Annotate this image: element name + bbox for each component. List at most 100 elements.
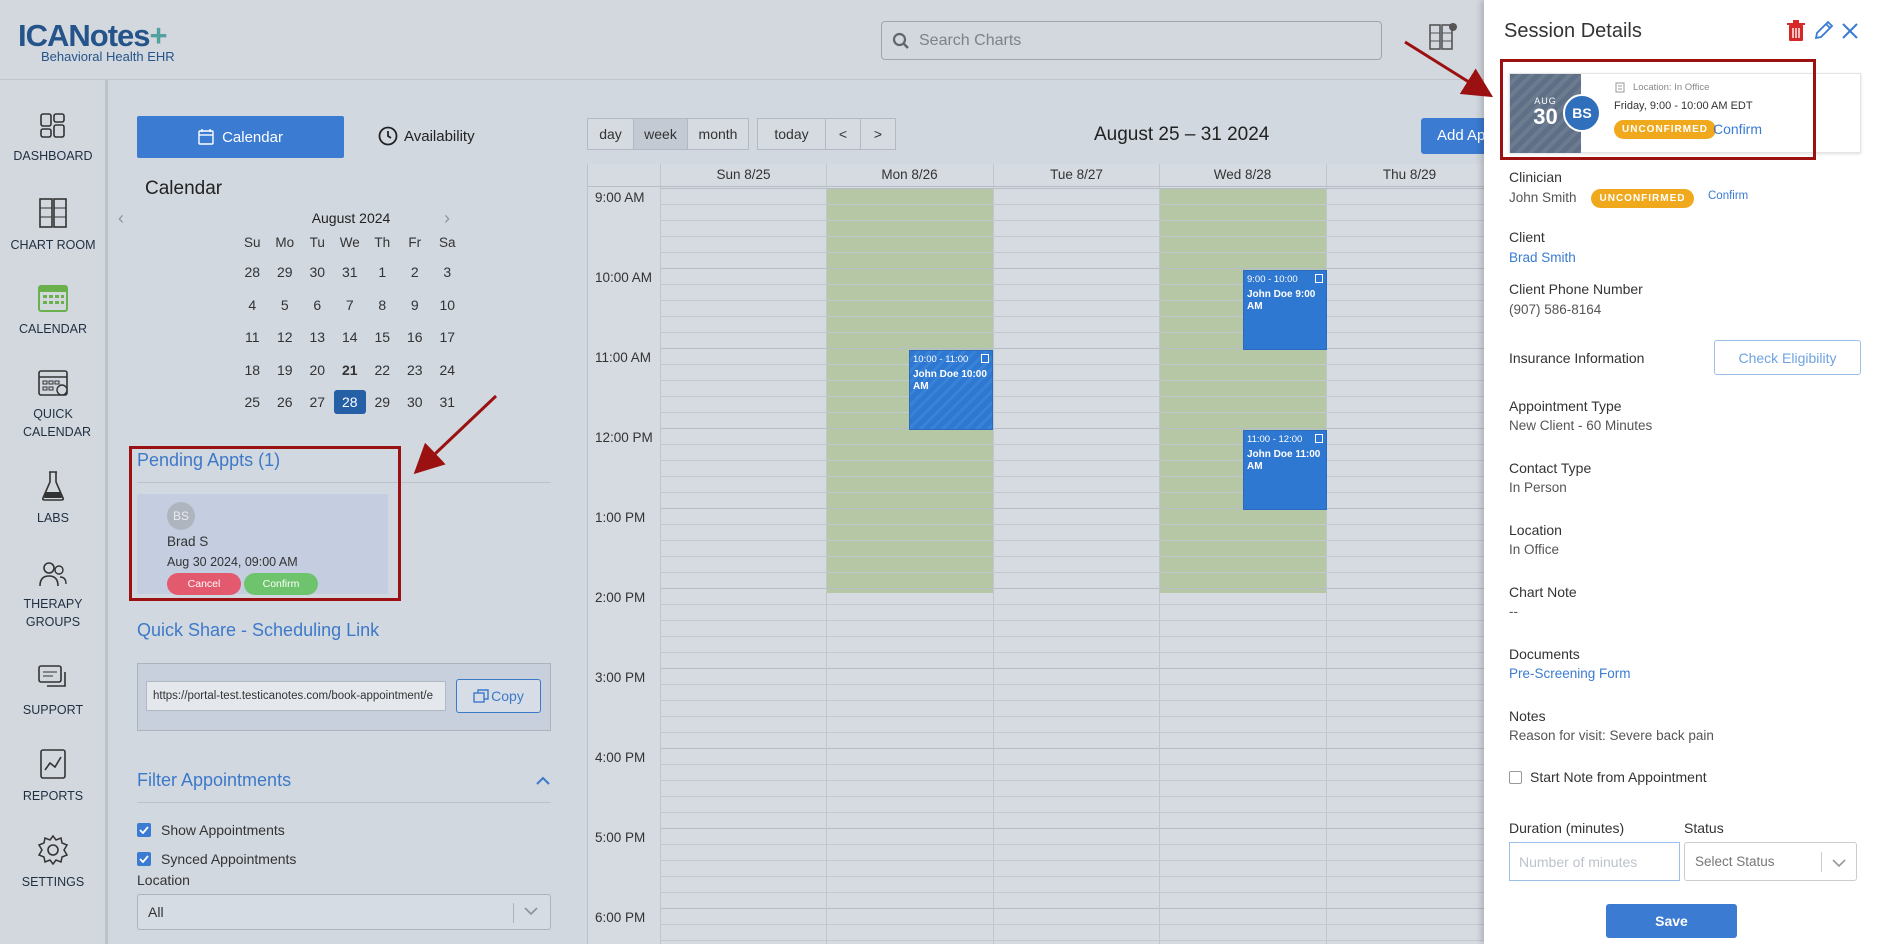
mini-day[interactable]: 22 — [366, 358, 399, 382]
show-appointments-checkbox[interactable]: Show Appointments — [137, 822, 285, 838]
mini-weekday: Tu — [309, 235, 325, 250]
building-icon — [1615, 82, 1625, 93]
icanotes-logo[interactable]: ICANotes+ Behavioral Health EHR — [18, 20, 175, 64]
appointment-event[interactable]: 11:00 - 12:00 John Doe 11:00 AM — [1243, 430, 1327, 510]
mini-day[interactable]: 6 — [301, 293, 334, 317]
status-select[interactable]: Select Status — [1684, 842, 1857, 881]
session-location: Location: In Office — [1615, 82, 1709, 93]
chart-cabinet-icon[interactable] — [1428, 22, 1458, 52]
mini-day[interactable]: 1 — [366, 260, 399, 284]
document-link[interactable]: Pre-Screening Form — [1509, 666, 1631, 681]
pending-cancel-button[interactable]: Cancel — [167, 573, 241, 595]
search-input[interactable]: Search Charts — [919, 32, 1021, 50]
mini-day[interactable]: 14 — [334, 325, 367, 349]
pending-confirm-button[interactable]: Confirm — [244, 573, 318, 595]
view-month-button[interactable]: month — [687, 118, 749, 150]
mini-day[interactable]: 13 — [301, 325, 334, 349]
mini-day[interactable]: 30 — [399, 390, 432, 414]
appointment-event[interactable]: 10:00 - 11:00 John Doe 10:00 AM — [909, 350, 993, 430]
mini-day[interactable]: 2 — [399, 260, 432, 284]
chart-note-label: Chart Note — [1509, 584, 1577, 600]
scheduling-link-input[interactable]: https://portal-test.testicanotes.com/boo… — [146, 681, 446, 711]
client-link[interactable]: Brad Smith — [1509, 250, 1576, 265]
checkbox-unchecked[interactable] — [1509, 770, 1522, 784]
nav-settings[interactable]: SETTINGS — [0, 834, 106, 891]
mini-day[interactable]: 29 — [269, 260, 302, 284]
today-button[interactable]: today — [757, 118, 826, 150]
mini-day[interactable]: 20 — [301, 358, 334, 382]
filter-appointments-title[interactable]: Filter Appointments — [137, 770, 291, 791]
next-week-button[interactable]: > — [860, 118, 896, 150]
mini-day[interactable]: 11 — [236, 325, 269, 349]
nav-calendar[interactable]: CALENDAR — [0, 283, 106, 338]
edit-pencil-icon[interactable] — [1814, 20, 1834, 40]
mini-day[interactable]: 27 — [301, 390, 334, 414]
mini-day[interactable]: 9 — [399, 293, 432, 317]
mini-day[interactable]: 31 — [334, 260, 367, 284]
pending-appt-card[interactable]: BS Brad S Aug 30 2024, 09:00 AM Cancel C… — [137, 494, 388, 595]
check-eligibility-button[interactable]: Check Eligibility — [1714, 340, 1861, 375]
mini-day[interactable]: 24 — [431, 358, 464, 382]
duration-input[interactable]: Number of minutes — [1509, 842, 1680, 881]
nav-therapy-groups[interactable]: THERAPY GROUPS — [0, 560, 106, 631]
mini-day[interactable]: 30 — [301, 260, 334, 284]
mini-day[interactable]: 12 — [269, 325, 302, 349]
synced-appointments-checkbox[interactable]: Synced Appointments — [137, 851, 296, 867]
pending-appts-title[interactable]: Pending Appts (1) — [137, 450, 280, 471]
location-filter-select[interactable]: All — [137, 894, 551, 930]
checkbox-checked[interactable] — [137, 852, 151, 866]
prev-week-button[interactable]: < — [825, 118, 861, 150]
mini-prev-month-button[interactable]: ‹ — [118, 208, 124, 229]
logo-plus-icon: + — [149, 18, 168, 53]
mini-day[interactable]: 28 — [333, 390, 366, 415]
close-icon[interactable] — [1842, 23, 1858, 39]
card-confirm-link[interactable]: Confirm — [1713, 121, 1762, 137]
start-note-checkbox[interactable]: Start Note from Appointment — [1509, 769, 1707, 785]
appointment-event[interactable]: 9:00 - 10:00 John Doe 9:00 AM — [1243, 270, 1327, 350]
nav-labs[interactable]: LABS — [0, 470, 106, 527]
nav-support[interactable]: SUPPORT — [0, 664, 106, 719]
mini-day[interactable]: 23 — [399, 358, 432, 382]
grid-line — [660, 908, 1490, 909]
mini-day[interactable]: 28 — [236, 260, 269, 284]
grid-line — [660, 492, 1490, 493]
mini-day[interactable]: 5 — [269, 293, 302, 317]
nav-quick-calendar[interactable]: QUICK CALENDAR — [0, 368, 106, 441]
nav-reports[interactable]: REPORTS — [0, 748, 106, 805]
time-label: 2:00 PM — [595, 590, 646, 605]
mini-day[interactable]: 16 — [399, 325, 432, 349]
nav-chart-room[interactable]: CHART ROOM — [0, 197, 106, 254]
mini-day[interactable]: 21 — [334, 358, 367, 382]
nav-dashboard[interactable]: DASHBOARD — [0, 112, 106, 165]
contact-type-label: Contact Type — [1509, 460, 1592, 476]
mini-day[interactable]: 17 — [431, 325, 464, 349]
pending-client-name: Brad S — [167, 534, 209, 549]
mini-day[interactable]: 18 — [236, 358, 269, 382]
mini-day[interactable]: 7 — [334, 293, 367, 317]
mini-day[interactable]: 31 — [431, 390, 464, 414]
trash-icon[interactable] — [1786, 20, 1806, 42]
mini-day[interactable]: 15 — [366, 325, 399, 349]
clinician-value: John Smith — [1509, 190, 1577, 205]
mini-day[interactable]: 25 — [236, 390, 269, 414]
copy-link-button[interactable]: Copy — [456, 679, 541, 713]
mini-day[interactable]: 3 — [431, 260, 464, 284]
dashboard-icon — [40, 113, 65, 138]
checkbox-checked[interactable] — [137, 823, 151, 837]
view-day-button[interactable]: day — [587, 118, 634, 150]
calendar-left-panel: Calendar Availability Calendar ‹ › Augus… — [108, 80, 580, 944]
save-button[interactable]: Save — [1606, 904, 1737, 938]
mini-day[interactable]: 4 — [236, 293, 269, 317]
mini-day[interactable]: 19 — [269, 358, 302, 382]
view-week-button[interactable]: week — [633, 118, 688, 150]
grid-line — [660, 604, 1490, 605]
mini-day[interactable]: 29 — [366, 390, 399, 414]
tab-availability[interactable]: Availability — [378, 126, 475, 146]
chevron-up-icon[interactable] — [536, 776, 550, 786]
mini-day[interactable]: 8 — [366, 293, 399, 317]
tab-calendar[interactable]: Calendar — [137, 116, 344, 158]
mini-day[interactable]: 26 — [269, 390, 302, 414]
clinician-confirm-link[interactable]: Confirm — [1708, 190, 1748, 202]
mini-day[interactable]: 10 — [431, 293, 464, 317]
search-charts-bar[interactable]: Search Charts — [881, 21, 1382, 60]
